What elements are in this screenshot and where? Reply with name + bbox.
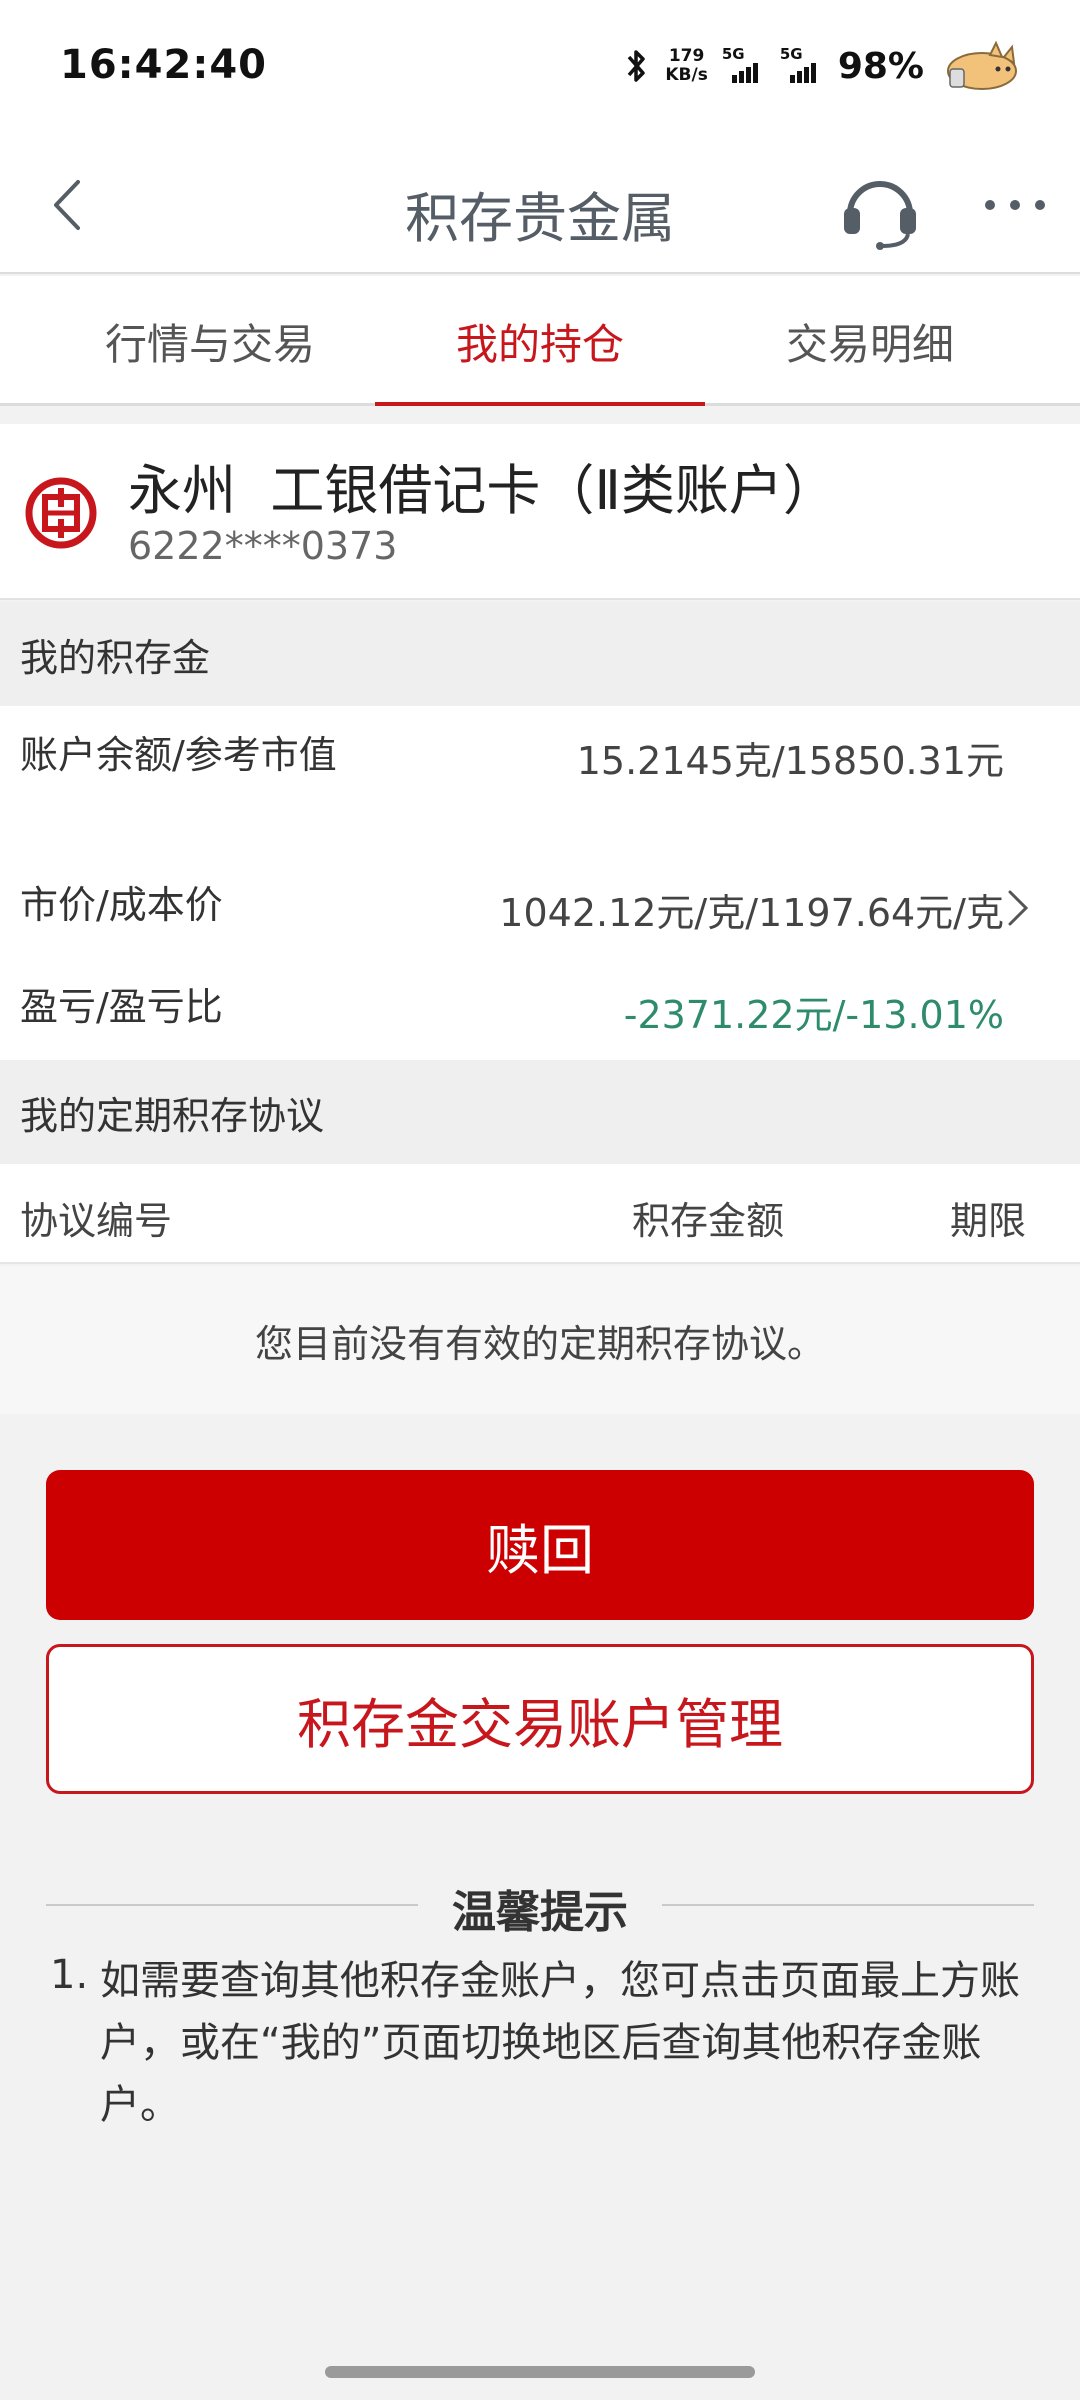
- net-speed: 179 KB/s: [665, 47, 707, 85]
- price-label: 市价/成本价: [20, 883, 223, 927]
- column-agreement-no: 协议编号: [20, 1199, 173, 1243]
- icbc-logo-icon: [25, 477, 97, 549]
- price-value[interactable]: 1042.12元/克/1197.64元/克: [499, 882, 1004, 937]
- signal-label: 5G: [779, 45, 803, 63]
- column-term: 期限: [950, 1199, 1027, 1243]
- status-time: 16:42:40: [60, 42, 267, 88]
- chevron-right-icon[interactable]: [1004, 888, 1032, 928]
- tab-bar: 行情与交易 我的持仓 交易明细: [0, 276, 1080, 406]
- status-icons: 179 KB/s 5G 5G 98%: [621, 36, 1020, 96]
- more-dots-icon[interactable]: [980, 180, 1050, 230]
- tips-title: 温馨提示: [452, 1887, 628, 1938]
- account-number: 6222****0373: [128, 524, 398, 568]
- column-amount: 积存金额: [632, 1199, 785, 1243]
- home-indicator[interactable]: [325, 2366, 755, 2378]
- profit-loss-label: 盈亏/盈亏比: [20, 985, 223, 1029]
- tab-my-holdings[interactable]: 我的持仓: [375, 276, 705, 406]
- tab-market-trading[interactable]: 行情与交易: [45, 276, 375, 406]
- status-bar: 16:42:40 179 KB/s 5G 5G 98%: [0, 0, 1080, 140]
- signal-label: 5G: [721, 45, 745, 63]
- section-fixed-agreement: 我的定期积存协议: [0, 1060, 1080, 1164]
- agreement-table-header: 协议编号 积存金额 期限: [0, 1164, 1080, 1264]
- tab-transaction-details[interactable]: 交易明细: [705, 276, 1035, 406]
- agreement-empty-message: 您目前没有有效的定期积存协议。: [0, 1266, 1080, 1414]
- gold-summary: 账户余额/参考市值 15.2145克/15850.31元 市价/成本价 1042…: [0, 706, 1080, 1060]
- cat-sticker-icon: [947, 40, 1017, 90]
- net-speed-value: 179: [668, 46, 705, 66]
- signal-icon: 5G: [780, 45, 824, 83]
- net-speed-unit: KB/s: [665, 65, 708, 85]
- balance-value: 15.2145克/15850.31元: [576, 739, 1004, 783]
- bluetooth-icon: [628, 50, 646, 82]
- signal-icon: 5G: [722, 45, 766, 83]
- tip-number: 1.: [50, 1952, 89, 1998]
- balance-label: 账户余额/参考市值: [20, 733, 337, 777]
- account-selector[interactable]: 永州 工银借记卡（Ⅱ类账户） 6222****0373: [0, 424, 1080, 600]
- active-tab-indicator: [375, 402, 705, 406]
- manage-account-button[interactable]: 积存金交易账户管理: [46, 1644, 1034, 1794]
- tip-text: 如需要查询其他积存金账户，您可点击页面最上方账户，或在“我的”页面切换地区后查询…: [100, 1958, 1020, 2128]
- headset-support-icon[interactable]: [840, 164, 920, 250]
- app-header: 积存贵金属: [0, 140, 1080, 274]
- account-name: 永州 工银借记卡（Ⅱ类账户）: [128, 459, 837, 522]
- redeem-button[interactable]: 赎回: [46, 1470, 1034, 1620]
- profit-loss-value: -2371.22元/-13.01%: [623, 993, 1004, 1037]
- battery-level: 98%: [837, 45, 924, 87]
- section-my-gold: 我的积存金: [0, 602, 1080, 706]
